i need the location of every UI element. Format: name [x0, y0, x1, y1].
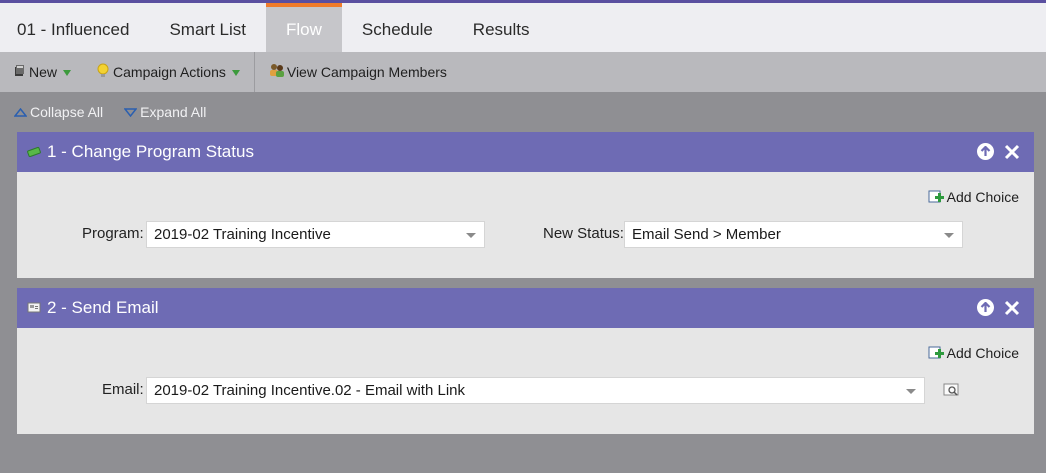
tab-label: Smart List	[169, 19, 246, 39]
arrow-up-icon	[980, 302, 991, 312]
close-icon[interactable]	[1004, 144, 1020, 160]
tab-label: Flow	[286, 19, 322, 39]
dropdown-arrow-icon	[63, 70, 72, 76]
members-icon	[269, 63, 285, 81]
tab-campaign-name[interactable]: 01 - Influenced	[0, 3, 149, 52]
view-campaign-members-label: View Campaign Members	[286, 64, 447, 80]
add-choice-button[interactable]: Add Choice	[928, 345, 1019, 361]
new-icon	[14, 64, 25, 80]
tab-label: Results	[472, 19, 530, 39]
program-label: Program:	[82, 225, 144, 242]
program-select[interactable]: 2019-02 Training Incentive	[146, 221, 485, 248]
email-label: Email:	[102, 381, 144, 398]
change-status-icon	[27, 142, 41, 162]
add-choice-label: Add Choice	[946, 189, 1019, 205]
view-campaign-members-button[interactable]: View Campaign Members	[259, 52, 457, 92]
flow-step-header[interactable]: 2 - Send Email	[17, 288, 1034, 328]
collapse-all-button[interactable]: Collapse All	[14, 104, 103, 120]
email-icon	[27, 298, 41, 318]
magnifier-preview-icon	[943, 383, 959, 396]
email-value: 2019-02 Training Incentive.02 - Email wi…	[154, 382, 466, 399]
tab-label: 01 - Influenced	[17, 19, 130, 39]
collapse-triangle-icon	[14, 107, 27, 117]
flow-step-title: 2 - Send Email	[47, 298, 159, 317]
lightbulb-icon	[97, 63, 109, 82]
campaign-actions-button[interactable]: Campaign Actions	[81, 52, 250, 92]
arrow-up-icon	[980, 146, 991, 156]
add-choice-label: Add Choice	[946, 345, 1019, 361]
flow-step-actions	[977, 299, 1020, 316]
flow-step-change-program-status: 1 - Change Program Status Add Choice Pro…	[17, 132, 1034, 278]
chevron-down-icon	[906, 389, 916, 394]
email-preview-button[interactable]	[943, 382, 961, 403]
email-select[interactable]: 2019-02 Training Incentive.02 - Email wi…	[146, 377, 925, 404]
tab-label: Schedule	[361, 19, 433, 39]
tab-flow[interactable]: Flow	[266, 3, 342, 52]
toolbar: New Campaign Actions View Campaign Membe…	[0, 52, 1046, 92]
toolbar-divider	[253, 52, 255, 92]
tab-bar: 01 - Influenced Smart List Flow Schedule…	[0, 3, 1046, 52]
chevron-down-icon	[944, 233, 954, 238]
add-choice-icon	[928, 346, 944, 359]
expand-all-label: Expand All	[140, 104, 207, 120]
expand-all-button[interactable]: Expand All	[124, 104, 206, 120]
collapse-expand-controls: Collapse All Expand All	[14, 102, 227, 122]
new-status-value: Email Send > Member	[632, 226, 781, 243]
move-up-button[interactable]	[977, 143, 994, 160]
collapse-all-label: Collapse All	[30, 104, 104, 120]
flow-step-actions	[977, 143, 1020, 160]
tab-schedule[interactable]: Schedule	[342, 3, 453, 52]
add-choice-button[interactable]: Add Choice	[928, 189, 1019, 205]
dropdown-arrow-icon	[231, 70, 240, 76]
close-icon[interactable]	[1004, 300, 1020, 316]
tab-smart-list[interactable]: Smart List	[149, 3, 266, 52]
chevron-down-icon	[466, 233, 476, 238]
program-value: 2019-02 Training Incentive	[154, 226, 331, 243]
tab-results[interactable]: Results	[453, 3, 550, 52]
expand-triangle-icon	[124, 107, 138, 117]
move-up-button[interactable]	[977, 299, 994, 316]
new-label: New	[29, 64, 58, 80]
new-status-select[interactable]: Email Send > Member	[624, 221, 963, 248]
campaign-actions-label: Campaign Actions	[113, 64, 226, 80]
new-menu-button[interactable]: New	[0, 52, 81, 92]
flow-step-send-email: 2 - Send Email Add Choice Email: 2019-02…	[17, 288, 1034, 434]
add-choice-icon	[928, 190, 944, 203]
flow-step-title: 1 - Change Program Status	[47, 142, 254, 161]
flow-step-header[interactable]: 1 - Change Program Status	[17, 132, 1034, 172]
new-status-label: New Status:	[543, 225, 624, 242]
